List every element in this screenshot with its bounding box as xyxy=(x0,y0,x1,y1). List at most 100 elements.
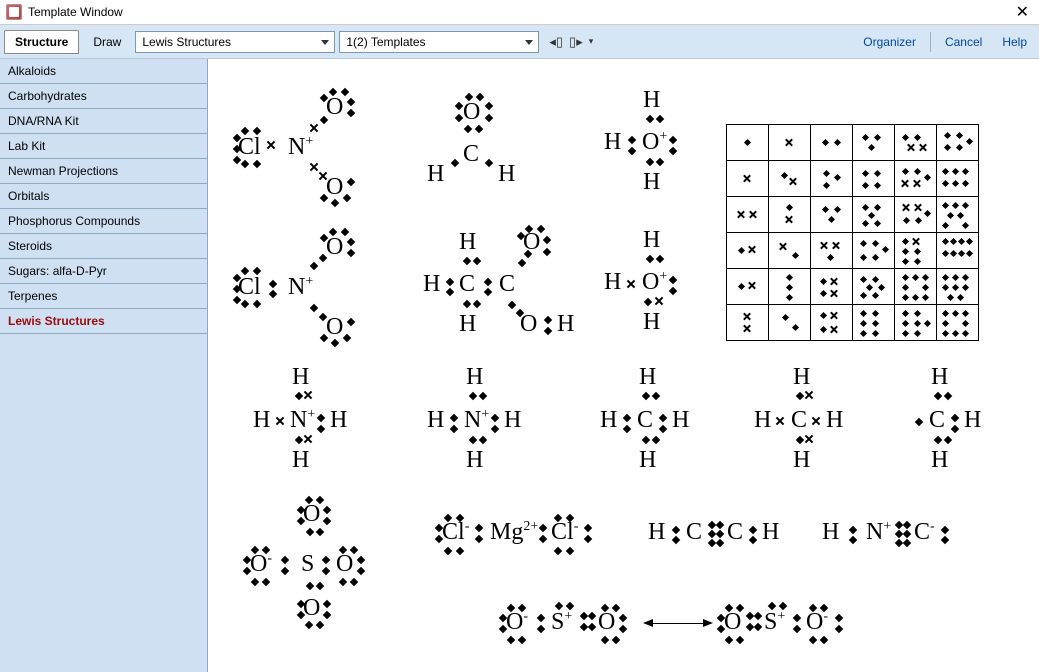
sidebar-item-steroids[interactable]: Steroids xyxy=(0,234,207,259)
lewis-atom[interactable]: O+ xyxy=(642,269,667,296)
sidebar-item-terpenes[interactable]: Terpenes xyxy=(0,284,207,309)
organizer-button[interactable]: Organizer xyxy=(855,35,924,49)
lewis-atom[interactable]: O xyxy=(303,595,320,622)
lewis-atom[interactable]: O xyxy=(326,94,343,121)
lewis-atom[interactable]: Cl- xyxy=(442,519,469,546)
lewis-atom[interactable]: H xyxy=(826,407,843,434)
sidebar: Alkaloids Carbohydrates DNA/RNA Kit Lab … xyxy=(0,59,208,672)
lewis-atom[interactable]: H xyxy=(643,169,660,196)
help-button[interactable]: Help xyxy=(994,35,1035,49)
lewis-atom[interactable]: O xyxy=(598,609,615,636)
lewis-atom[interactable]: H xyxy=(504,407,521,434)
lewis-atom[interactable]: H xyxy=(459,229,476,256)
lewis-atom[interactable]: S+ xyxy=(764,609,785,636)
lewis-atom[interactable]: N+ xyxy=(288,274,313,301)
menu-dropdown-icon[interactable]: ▾ xyxy=(589,36,594,47)
lewis-atom[interactable]: Cl xyxy=(238,274,261,301)
sidebar-item-newman[interactable]: Newman Projections xyxy=(0,159,207,184)
lewis-atom[interactable]: Cl xyxy=(238,134,261,161)
template-canvas[interactable]: Cl N+ O O O C H H H H O+ H xyxy=(208,59,1039,672)
lewis-atom[interactable]: C xyxy=(499,271,515,298)
lewis-atom[interactable]: O xyxy=(326,174,343,201)
lewis-atom[interactable]: H xyxy=(427,161,444,188)
lewis-atom[interactable]: H xyxy=(292,364,309,391)
sidebar-item-lewis[interactable]: Lewis Structures xyxy=(0,309,207,334)
lewis-atom[interactable]: H xyxy=(466,447,483,474)
lewis-atom[interactable]: O xyxy=(523,229,540,256)
lewis-atom[interactable]: H xyxy=(643,309,660,336)
lewis-atom[interactable]: H xyxy=(931,447,948,474)
lewis-atom[interactable]: H xyxy=(604,269,621,296)
lewis-atom[interactable]: O+ xyxy=(642,129,667,156)
next-page-icon[interactable]: ▯▸ xyxy=(569,34,583,50)
lewis-atom[interactable]: Cl- xyxy=(551,519,578,546)
lewis-atom[interactable]: O xyxy=(326,234,343,261)
lewis-atom[interactable]: H xyxy=(423,271,440,298)
lewis-atom[interactable]: C xyxy=(791,407,807,434)
lewis-atom[interactable]: N+ xyxy=(290,407,315,434)
lewis-atom[interactable]: C xyxy=(637,407,653,434)
lewis-atom[interactable]: O xyxy=(520,311,537,338)
lewis-atom[interactable]: O- xyxy=(506,609,528,636)
lewis-atom[interactable]: H xyxy=(639,364,656,391)
sidebar-item-alkaloids[interactable]: Alkaloids xyxy=(0,59,207,84)
lewis-atom[interactable]: O- xyxy=(250,551,272,578)
lewis-atom[interactable]: H xyxy=(557,311,574,338)
sidebar-item-sugars[interactable]: Sugars: alfa-D-Pyr xyxy=(0,259,207,284)
lewis-atom[interactable]: H xyxy=(822,519,839,546)
lewis-atom[interactable]: S+ xyxy=(551,609,572,636)
lewis-atom[interactable]: O xyxy=(336,551,353,578)
lewis-atom[interactable]: O xyxy=(463,99,480,126)
lewis-atom[interactable]: H xyxy=(643,87,660,114)
lewis-atom[interactable]: H xyxy=(253,407,270,434)
lewis-atom[interactable]: O xyxy=(724,609,741,636)
cancel-button[interactable]: Cancel xyxy=(937,35,990,49)
lewis-atom[interactable]: H xyxy=(964,407,981,434)
nav-icons: ◂▯ ▯▸ ▾ xyxy=(549,34,593,50)
category-dropdown[interactable]: Lewis Structures xyxy=(135,31,335,53)
lewis-atom[interactable]: H xyxy=(762,519,779,546)
lewis-atom[interactable]: H xyxy=(292,447,309,474)
lewis-atom[interactable]: S xyxy=(301,551,314,578)
lewis-atom[interactable]: C xyxy=(929,407,945,434)
lewis-atom[interactable]: H xyxy=(639,447,656,474)
lewis-atom[interactable]: H xyxy=(672,407,689,434)
lewis-atom[interactable]: C xyxy=(727,519,743,546)
lewis-atom[interactable]: H xyxy=(793,447,810,474)
lewis-atom[interactable]: H xyxy=(793,364,810,391)
lewis-atom[interactable]: H xyxy=(931,364,948,391)
lewis-atom[interactable]: C xyxy=(686,519,702,546)
lewis-atom[interactable]: H xyxy=(459,311,476,338)
lewis-atom[interactable]: H xyxy=(498,161,515,188)
lewis-atom[interactable]: H xyxy=(427,407,444,434)
lewis-atom[interactable]: H xyxy=(466,364,483,391)
sidebar-item-orbitals[interactable]: Orbitals xyxy=(0,184,207,209)
lewis-atom[interactable]: C xyxy=(463,141,479,168)
close-icon[interactable]: ✕ xyxy=(1012,2,1033,22)
lewis-atom[interactable]: O xyxy=(326,314,343,341)
tab-draw[interactable]: Draw xyxy=(83,31,131,53)
sidebar-item-labkit[interactable]: Lab Kit xyxy=(0,134,207,159)
lewis-atom[interactable]: H xyxy=(600,407,617,434)
sidebar-item-phosphorus[interactable]: Phosphorus Compounds xyxy=(0,209,207,234)
sidebar-item-dnarnakit[interactable]: DNA/RNA Kit xyxy=(0,109,207,134)
lewis-atom[interactable]: H xyxy=(330,407,347,434)
tab-structure[interactable]: Structure xyxy=(4,30,79,54)
lewis-atom[interactable]: N+ xyxy=(866,519,891,546)
lewis-atom[interactable]: O- xyxy=(806,609,828,636)
lewis-atom[interactable]: O xyxy=(303,501,320,528)
electron-pattern-grid[interactable] xyxy=(726,124,979,341)
lewis-atom[interactable]: H xyxy=(643,227,660,254)
template-dropdown[interactable]: 1(2) Templates xyxy=(339,31,539,53)
lewis-atom[interactable]: H xyxy=(604,129,621,156)
lewis-atom[interactable]: N+ xyxy=(288,134,313,161)
sidebar-item-carbohydrates[interactable]: Carbohydrates xyxy=(0,84,207,109)
lewis-atom[interactable]: H xyxy=(754,407,771,434)
lewis-atom[interactable]: H xyxy=(648,519,665,546)
lewis-atom[interactable]: Mg2+ xyxy=(490,519,538,546)
lewis-atom[interactable]: C xyxy=(459,271,475,298)
titlebar: Template Window ✕ xyxy=(0,0,1039,25)
lewis-atom[interactable]: N+ xyxy=(464,407,489,434)
lewis-atom[interactable]: C- xyxy=(914,519,935,546)
prev-page-icon[interactable]: ◂▯ xyxy=(549,34,563,50)
